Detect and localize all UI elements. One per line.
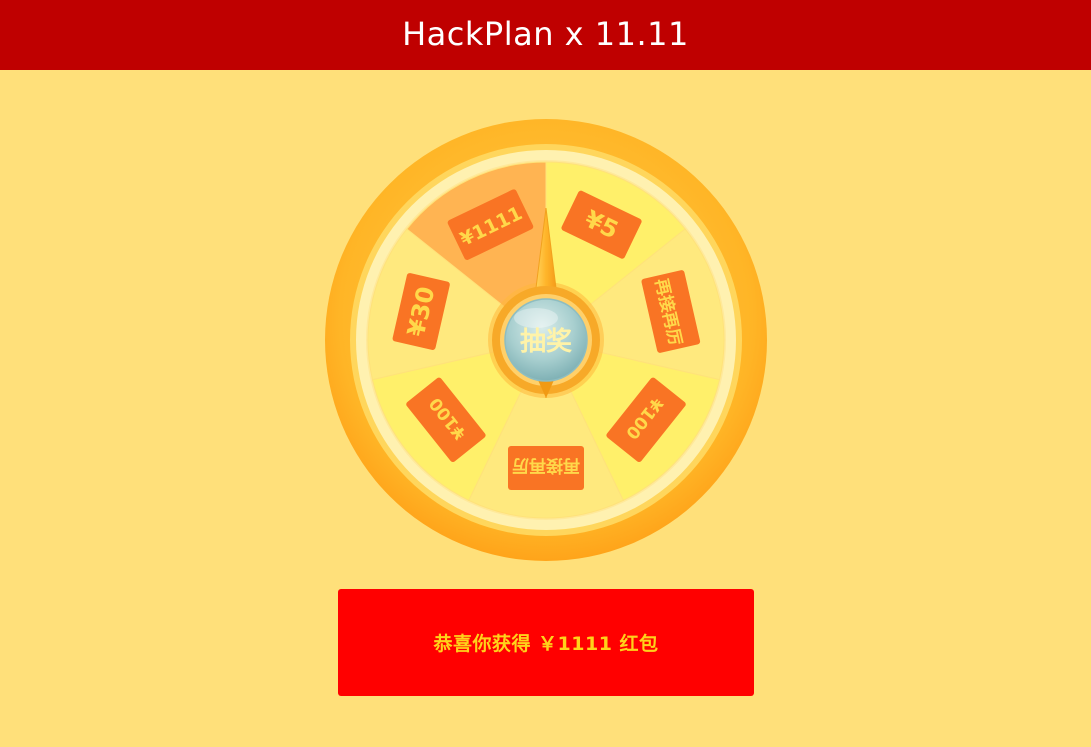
wheel-graphic: ¥5再接再厉¥100再接再厉¥100¥30¥1111 抽奖 <box>325 119 767 561</box>
prize-wheel: ¥5 再接再厉 ¥100 再接再厉 ¥100 ¥30 ¥1111 抽奖 <box>324 118 768 562</box>
draw-button[interactable]: 抽奖 <box>504 298 588 382</box>
page-title: HackPlan x 11.11 <box>402 15 689 53</box>
header-bar: HackPlan x 11.11 <box>0 0 1091 70</box>
result-message: 恭喜你获得 ￥1111 红包 <box>433 633 659 655</box>
prize-label: 再接再厉 <box>512 455 580 476</box>
draw-button-label: 抽奖 <box>520 326 573 357</box>
prize-tag: 再接再厉 <box>508 446 584 490</box>
result-banner: 恭喜你获得 ￥1111 红包 <box>338 589 754 696</box>
